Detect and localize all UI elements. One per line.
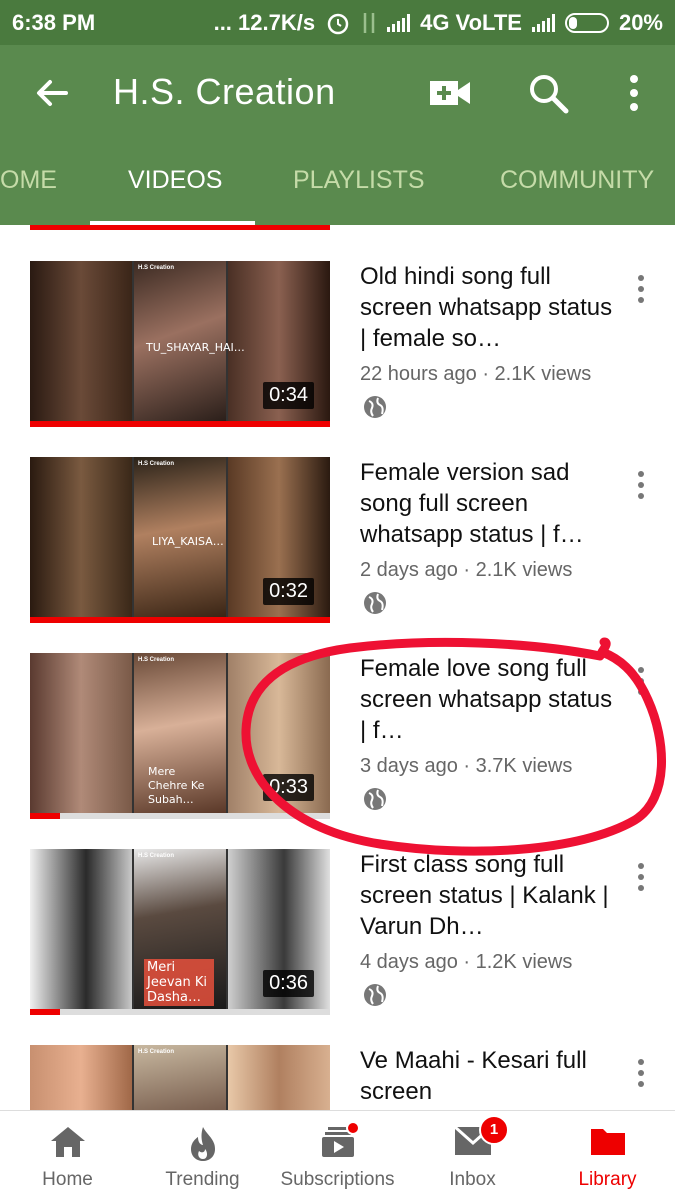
- video-title[interactable]: Ve Maahi - Kesari full screen: [360, 1045, 620, 1107]
- home-icon: [50, 1127, 85, 1157]
- thumb-caption: TU_SHAYAR_HAI…: [146, 341, 245, 354]
- battery-icon: [564, 12, 609, 33]
- video-info: Female version sad song full screen what…: [360, 457, 620, 582]
- public-globe-icon: [364, 788, 386, 810]
- thumb-blur-left: [30, 261, 132, 421]
- search-icon[interactable]: [526, 71, 570, 115]
- watch-progress-track: [30, 813, 330, 819]
- thumb-blur-left: [30, 457, 132, 617]
- video-meta: 22 hours ago · 2.1K views: [360, 363, 592, 385]
- video-thumbnail[interactable]: H.S Creation LIYA_KAISA… 0:32: [30, 457, 330, 617]
- thumb-caption: LIYA_KAISA…: [152, 535, 224, 548]
- bottom-navigation: Home Trending Subscriptions 1 Inbox Libr…: [0, 1110, 675, 1200]
- video-duration: 0:36: [263, 970, 314, 997]
- nav-home[interactable]: Home: [0, 1111, 135, 1200]
- video-more-icon[interactable]: [630, 273, 652, 307]
- watched-progress-bar: [30, 225, 330, 230]
- thumb-blur-left: [30, 1045, 132, 1110]
- video-title[interactable]: Old hindi song full screen whatsapp stat…: [360, 261, 620, 354]
- video-meta: 3 days ago · 3.7K views: [360, 755, 573, 777]
- nav-label: Home: [42, 1169, 93, 1190]
- more-options-icon[interactable]: [618, 71, 650, 115]
- thumb-blur-left: [30, 849, 132, 1009]
- video-info: First class song full screen status | Ka…: [360, 849, 620, 974]
- tab-home[interactable]: OME: [0, 166, 57, 195]
- public-globe-icon: [364, 984, 386, 1006]
- public-globe-icon: [364, 396, 386, 418]
- thumb-brand: H.S Creation: [138, 1049, 175, 1055]
- battery-level: 20%: [618, 9, 663, 35]
- thumb-brand: H.S Creation: [138, 461, 175, 467]
- thumb-brand: H.S Creation: [138, 657, 175, 663]
- alarm-icon: [327, 13, 349, 34]
- video-item[interactable]: H.S Creation TU_SHAYAR_HAI… 0:34 Old hin…: [0, 261, 675, 457]
- video-thumbnail[interactable]: H.S Creation Meri Jeevan Ki Dasha… 0:36: [30, 849, 330, 1009]
- back-arrow-icon[interactable]: [30, 71, 74, 115]
- nav-subscriptions[interactable]: Subscriptions: [270, 1111, 405, 1200]
- upload-video-icon[interactable]: [428, 73, 472, 113]
- app-bar: H.S. Creation: [0, 45, 675, 140]
- video-more-icon[interactable]: [630, 1057, 652, 1091]
- trending-icon: [190, 1127, 215, 1161]
- video-thumbnail[interactable]: H.S Creation Mere Chehre Ke Subah… 0:33: [30, 653, 330, 813]
- video-duration: 0:34: [263, 382, 314, 409]
- status-indicators: ... 12.7K/s 4G VoLTE 20%: [214, 10, 663, 36]
- thumb-caption: Mere Chehre Ke Subah…: [148, 765, 205, 806]
- video-info: Ve Maahi - Kesari full screen: [360, 1045, 620, 1107]
- nav-trending[interactable]: Trending: [135, 1111, 270, 1200]
- watch-progress-fill: [30, 813, 60, 819]
- video-meta: 2 days ago · 2.1K views: [360, 559, 573, 581]
- thumb-brand: H.S Creation: [138, 265, 175, 271]
- notification-dot: [346, 1121, 360, 1135]
- data-arrows-icon: [363, 12, 375, 33]
- video-duration: 0:32: [263, 578, 314, 605]
- thumb-blur-right: [228, 1045, 330, 1110]
- watch-progress-fill: [30, 421, 330, 427]
- channel-title: H.S. Creation: [113, 71, 336, 112]
- network-type: 4G VoLTE: [420, 9, 522, 35]
- watch-progress-track: [30, 1009, 330, 1015]
- video-title[interactable]: Female love song full screen whatsapp st…: [360, 653, 620, 746]
- tab-community[interactable]: COMMUNITY: [500, 166, 654, 195]
- video-title[interactable]: First class song full screen status | Ka…: [360, 849, 620, 942]
- channel-tabs: OME VIDEOS PLAYLISTS COMMUNITY: [0, 140, 675, 225]
- tab-playlists[interactable]: PLAYLISTS: [293, 166, 425, 195]
- signal-icon: [387, 13, 411, 32]
- watch-progress-fill: [30, 1009, 60, 1015]
- video-info: Old hindi song full screen whatsapp stat…: [360, 261, 620, 386]
- nav-label: Subscriptions: [280, 1169, 395, 1190]
- video-item[interactable]: H.S Creation Meri Jeevan Ki Dasha… 0:36 …: [0, 849, 675, 1045]
- library-icon: [590, 1129, 625, 1155]
- video-more-icon[interactable]: [630, 665, 652, 699]
- signal-icon-2: [531, 13, 555, 32]
- video-title[interactable]: Female version sad song full screen what…: [360, 457, 620, 550]
- tab-videos[interactable]: VIDEOS: [128, 166, 222, 195]
- nav-inbox[interactable]: 1 Inbox: [405, 1111, 540, 1200]
- thumb-caption: Meri Jeevan Ki Dasha…: [144, 959, 214, 1006]
- video-thumbnail[interactable]: H.S Creation: [30, 1045, 330, 1110]
- video-item[interactable]: H.S Creation LIYA_KAISA… 0:32 Female ver…: [0, 457, 675, 653]
- nav-label: Trending: [165, 1169, 240, 1190]
- video-more-icon[interactable]: [630, 861, 652, 895]
- video-meta: 4 days ago · 1.2K views: [360, 951, 573, 973]
- video-thumbnail[interactable]: H.S Creation TU_SHAYAR_HAI… 0:34: [30, 261, 330, 421]
- nav-label: Library: [578, 1169, 637, 1190]
- inbox-badge: 1: [479, 1115, 509, 1145]
- status-bar: 6:38 PM ... 12.7K/s 4G VoLTE 20%: [0, 0, 675, 45]
- watch-progress-fill: [30, 617, 330, 623]
- video-item[interactable]: H.S Creation Ve Maahi - Kesari full scre…: [0, 1045, 675, 1110]
- status-time: 6:38 PM: [12, 9, 96, 35]
- video-more-icon[interactable]: [630, 469, 652, 503]
- nav-library[interactable]: Library: [540, 1111, 675, 1200]
- video-item[interactable]: H.S Creation Mere Chehre Ke Subah… 0:33 …: [0, 653, 675, 849]
- video-info: Female love song full screen whatsapp st…: [360, 653, 620, 778]
- public-globe-icon: [364, 592, 386, 614]
- thumb-brand: H.S Creation: [138, 853, 175, 859]
- nav-label: Inbox: [449, 1169, 496, 1190]
- thumb-blur-left: [30, 653, 132, 813]
- video-duration: 0:33: [263, 774, 314, 801]
- network-speed: ... 12.7K/s: [213, 9, 316, 35]
